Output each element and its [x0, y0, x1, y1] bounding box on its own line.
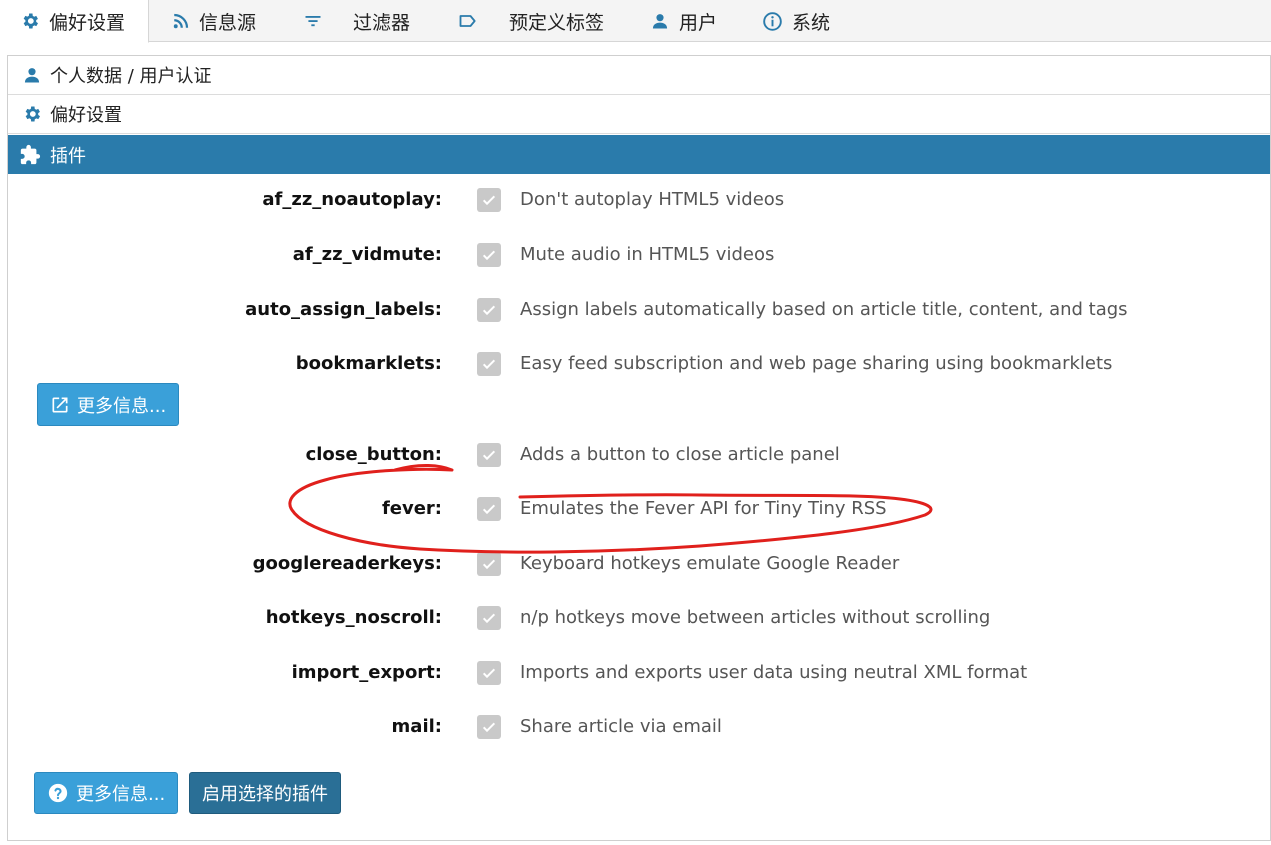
external-link-icon	[52, 397, 68, 412]
section-preferences[interactable]: 偏好设置	[8, 95, 1270, 134]
plugin-row-bookmarklets: bookmarklets: Easy feed subscription and…	[8, 351, 1270, 381]
preferences-panel: 个人数据 / 用户认证 偏好设置 插件 af_zz_noautoplay: Do…	[7, 55, 1271, 841]
plugin-checkbox[interactable]	[477, 606, 501, 630]
section-label: 插件	[50, 145, 86, 167]
section-personal-data[interactable]: 个人数据 / 用户认证	[8, 56, 1270, 95]
plugin-row-fever: fever: Emulates the Fever API for Tiny T…	[8, 496, 1270, 526]
section-label: 个人数据 / 用户认证	[50, 66, 212, 87]
plugin-name: af_zz_vidmute:	[292, 244, 442, 265]
filter-icon	[305, 16, 321, 27]
section-plugins[interactable]: 插件	[8, 135, 1270, 174]
top-tab-bar: 偏好设置 信息源 过滤器 预定义标签 用户 系统	[0, 0, 1271, 43]
button-label: 更多信息...	[77, 395, 167, 417]
plugin-row-auto_assign_labels: auto_assign_labels: Assign labels automa…	[8, 297, 1270, 327]
plugin-checkbox[interactable]	[477, 188, 501, 212]
checkmark-icon	[482, 668, 496, 679]
plugin-description: Adds a button to close article panel	[520, 444, 840, 465]
plugin-description: n/p hotkeys move between articles withou…	[520, 607, 991, 628]
plugin-name: af_zz_noautoplay:	[262, 189, 442, 210]
person-icon	[652, 14, 668, 29]
plugin-checkbox[interactable]	[477, 661, 501, 685]
gear-icon	[25, 106, 40, 122]
plugin-name: googlereaderkeys:	[252, 553, 442, 574]
tab-users[interactable]: 用户	[650, 0, 717, 42]
plugin-description: Imports and exports user data using neut…	[520, 662, 1028, 683]
enable-selected-plugins-button[interactable]: 启用选择的插件	[189, 772, 341, 814]
help-icon	[48, 783, 68, 803]
plugin-description: Mute audio in HTML5 videos	[520, 244, 775, 265]
plugin-row-hotkeys_noscroll: hotkeys_noscroll: n/p hotkeys move betwe…	[8, 605, 1270, 635]
checkmark-icon	[482, 359, 496, 370]
plugin-row-googlereaderkeys: googlereaderkeys: Keyboard hotkeys emula…	[8, 551, 1270, 581]
label-icon	[459, 15, 476, 27]
section-label: 偏好设置	[50, 105, 122, 126]
tab-system[interactable]: 系统	[762, 0, 830, 42]
checkmark-icon	[482, 305, 496, 316]
info-icon	[763, 11, 782, 31]
plugin-description: Don't autoplay HTML5 videos	[520, 189, 785, 210]
tab-label: 系统	[792, 11, 831, 34]
plugin-description: Emulates the Fever API for Tiny Tiny RSS	[520, 498, 887, 519]
plugin-name: import_export:	[291, 662, 442, 683]
checkmark-icon	[482, 450, 496, 461]
checkmark-icon	[482, 250, 496, 261]
checkmark-icon	[482, 613, 496, 624]
more-info-bottom-button[interactable]: 更多信息...	[34, 772, 179, 814]
button-label: 更多信息...	[76, 784, 166, 805]
plugin-name: fever:	[381, 498, 442, 519]
plugin-description: Easy feed subscription and web page shar…	[520, 353, 1113, 374]
plugin-row-close_button: close_button: Adds a button to close art…	[8, 442, 1270, 472]
plugin-description: Keyboard hotkeys emulate Google Reader	[520, 553, 900, 574]
checkmark-icon	[482, 504, 496, 515]
plugin-row-mail: mail: Share article via email	[8, 714, 1270, 744]
plugin-checkbox[interactable]	[477, 443, 501, 467]
plugin-name: auto_assign_labels:	[245, 299, 442, 320]
rss-icon	[173, 13, 189, 29]
tab-label: 用户	[679, 11, 718, 34]
tab-label: 偏好设置	[49, 11, 126, 34]
plugin-checkbox[interactable]	[477, 497, 501, 521]
button-label: 启用选择的插件	[202, 784, 328, 805]
plugin-name: bookmarklets:	[295, 353, 442, 374]
person-icon	[24, 68, 40, 83]
gear-icon	[23, 13, 38, 29]
checkmark-icon	[482, 559, 496, 570]
tab-feeds[interactable]: 信息源	[172, 0, 256, 42]
tab-label: 预定义标签	[509, 11, 605, 34]
tab-label: 过滤器	[353, 11, 411, 34]
more-info-button[interactable]: 更多信息...	[37, 383, 180, 426]
plugin-checkbox[interactable]	[477, 243, 501, 267]
plugin-description: Assign labels automatically based on art…	[520, 299, 1128, 320]
puzzle-icon	[20, 144, 41, 164]
plugin-description: Share article via email	[520, 716, 722, 737]
plugin-name: mail:	[391, 716, 442, 737]
plugin-checkbox[interactable]	[477, 352, 501, 376]
plugin-row-af_zz_vidmute: af_zz_vidmute: Mute audio in HTML5 video…	[8, 242, 1270, 272]
plugin-checkbox[interactable]	[477, 298, 501, 322]
checkmark-icon	[482, 195, 496, 206]
plugin-name: hotkeys_noscroll:	[265, 607, 442, 628]
tab-label: 信息源	[199, 11, 257, 34]
tab-filters[interactable]: 过滤器	[303, 0, 410, 42]
checkmark-icon	[482, 722, 496, 733]
tab-preferences[interactable]: 偏好设置	[0, 0, 149, 43]
plugin-row-af_zz_noautoplay: af_zz_noautoplay: Don't autoplay HTML5 v…	[8, 187, 1270, 217]
tab-labels[interactable]: 预定义标签	[457, 0, 604, 42]
plugin-name: close_button:	[305, 444, 442, 465]
plugin-checkbox[interactable]	[477, 715, 501, 739]
plugin-row-import_export: import_export: Imports and exports user …	[8, 660, 1270, 690]
plugin-checkbox[interactable]	[477, 552, 501, 576]
